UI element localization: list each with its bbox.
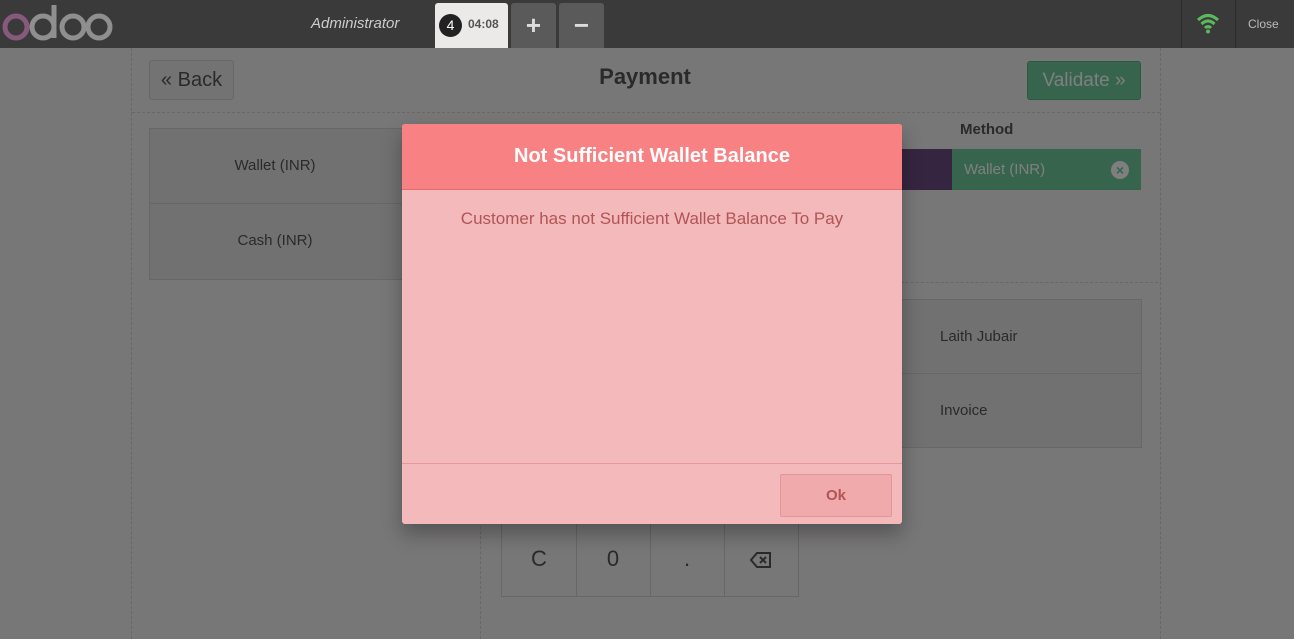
add-order-button[interactable]: + bbox=[511, 3, 556, 48]
order-time: 04:08 bbox=[468, 17, 499, 31]
dialog-title: Not Sufficient Wallet Balance bbox=[402, 124, 902, 190]
order-sequence-badge: 4 bbox=[439, 14, 462, 37]
dialog-message: Customer has not Sufficient Wallet Balan… bbox=[460, 209, 844, 228]
dialog-footer: Ok bbox=[402, 463, 902, 524]
order-tab[interactable]: 4 04:08 bbox=[435, 3, 508, 48]
wifi-icon bbox=[1196, 14, 1220, 34]
odoo-logo bbox=[2, 5, 113, 41]
pos-topbar: Administrator 4 04:08 + − Close bbox=[0, 0, 1294, 48]
connection-status bbox=[1181, 0, 1236, 48]
error-dialog: Not Sufficient Wallet Balance Customer h… bbox=[402, 124, 902, 524]
ok-button[interactable]: Ok bbox=[780, 474, 892, 517]
cashier-name[interactable]: Administrator bbox=[311, 15, 399, 32]
close-button[interactable]: Close bbox=[1248, 17, 1279, 31]
remove-order-button[interactable]: − bbox=[559, 3, 604, 48]
